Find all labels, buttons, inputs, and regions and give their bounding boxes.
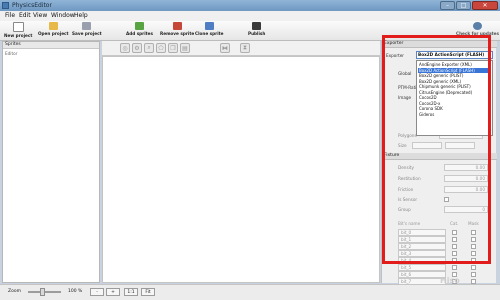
zoom-label: Zoom [8,289,21,294]
editor-toolbar: ◎ ⚙ ⌕ ⬠ ❐ ▤ ⧓ ⧗ [102,41,380,56]
window-title: PhysicsEditor [12,2,52,9]
bit-mask-checkbox[interactable] [471,272,476,277]
menu-edit[interactable]: Edit [19,12,31,19]
zoom-out-button[interactable]: - [90,288,104,296]
publish-button[interactable]: Publish [248,22,265,39]
save-icon [82,22,92,30]
app-icon [2,2,9,9]
sprites-panel: Sprites Editor [2,41,100,283]
clone-sprite-button[interactable]: Clone sprite [195,22,224,39]
sprites-panel-header: Sprites [3,42,99,49]
updates-icon [472,22,482,30]
flip-horizontal-icon[interactable]: ⧓ [220,43,230,53]
sprites-panel-editor-label: Editor [5,51,18,56]
zoom-fit-button[interactable]: Fit [141,288,155,296]
settings-icon[interactable]: ⚙ [132,43,142,53]
zoom-slider-handle[interactable] [40,288,45,296]
add-sprites-icon [135,22,145,30]
flip-vertical-icon[interactable]: ⧗ [240,43,250,53]
add-sprites-label: Add sprites [126,31,154,36]
zoom-value: 100 % [68,289,83,294]
delete-icon[interactable]: ▤ [180,43,190,53]
folder-icon [48,22,58,30]
add-sprites-button[interactable]: Add sprites [126,22,153,39]
menu-window[interactable]: Window [51,12,75,19]
menu-help[interactable]: Help [74,12,88,19]
watermark: Hiso [440,276,460,285]
zoom-one-to-one-button[interactable]: 1:1 [124,288,138,296]
publish-icon [252,22,262,30]
target-icon[interactable]: ◎ [120,43,130,53]
new-file-icon [12,22,24,32]
minimize-button[interactable]: – [440,1,455,10]
bit-name-field[interactable]: bit_5 [398,264,446,271]
new-project-button[interactable]: New project [4,22,32,39]
highlight-rectangle [382,35,491,264]
remove-sprite-label: Remove sprite [160,31,195,36]
menu-view[interactable]: View [33,12,47,19]
bit-category-checkbox[interactable] [452,265,457,270]
open-project-button[interactable]: Open project [38,22,69,39]
save-project-button[interactable]: Save project [72,22,102,39]
status-bar: Zoom 100 % - + 1:1 Fit [0,284,500,300]
clone-sprite-icon [204,22,214,30]
close-button[interactable]: ✕ [472,1,498,10]
remove-sprite-icon [172,22,182,30]
bit-name-field[interactable]: bit_6 [398,271,446,278]
new-project-label: New project [4,33,33,38]
copy-icon[interactable]: ❐ [168,43,178,53]
maximize-button[interactable]: □ [456,1,471,10]
zoom-icon[interactable]: ⌕ [144,43,154,53]
menu-file[interactable]: File [5,12,15,19]
zoom-in-button[interactable]: + [106,288,120,296]
bit-mask-checkbox[interactable] [471,265,476,270]
remove-sprite-button[interactable]: Remove sprite [160,22,194,39]
publish-label: Publish [248,31,266,36]
polygon-icon[interactable]: ⬠ [156,43,166,53]
open-project-label: Open project [38,31,69,36]
editor-canvas[interactable] [102,56,380,283]
save-project-label: Save project [72,31,102,36]
clone-sprite-label: Clone sprite [195,31,224,36]
title-bar: PhysicsEditor – □ ✕ [0,0,500,11]
